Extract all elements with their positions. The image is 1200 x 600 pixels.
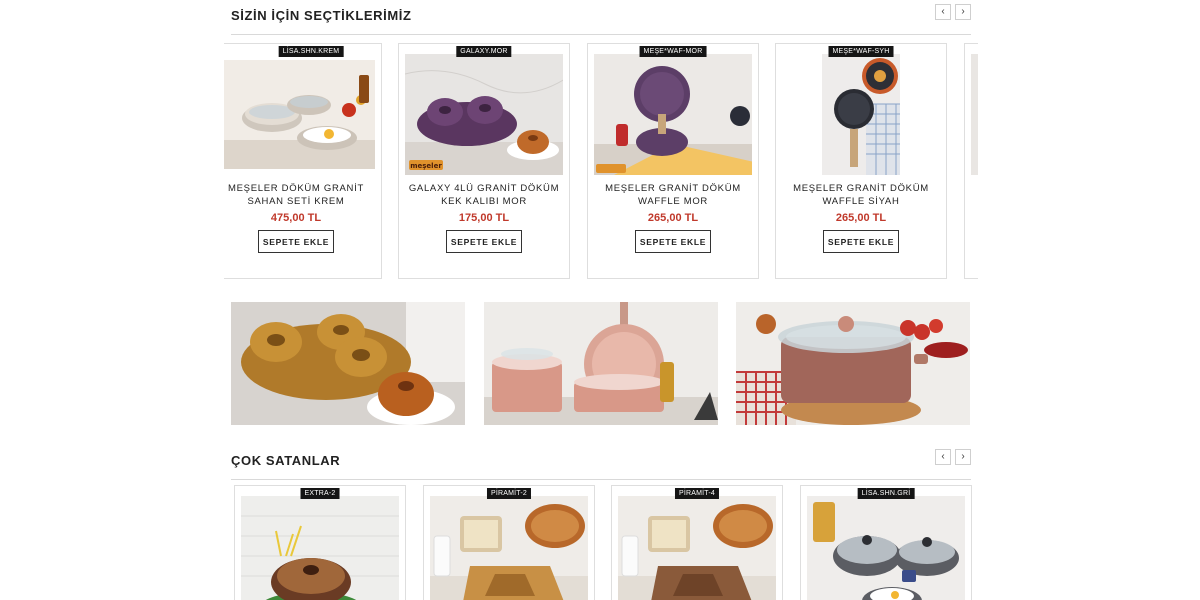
- sku-badge: LİSA.SHN.KREM: [278, 46, 344, 57]
- product-image[interactable]: [430, 496, 588, 600]
- sku-badge: GALAXY.MOR: [456, 46, 512, 57]
- add-to-cart-button[interactable]: SEPETE EKLE: [446, 230, 522, 253]
- product-card[interactable]: LİSA.SHN.KREM MEŞELER DÖKÜM GRANİT SAHAN…: [224, 43, 382, 279]
- sku-badge: PİRAMİT-2: [486, 488, 532, 499]
- sku-badge: PİRAMİT-4: [674, 488, 720, 499]
- product-price: 475,00 TL: [270, 212, 322, 224]
- add-to-cart-button[interactable]: SEPETE EKLE: [823, 230, 899, 253]
- product-image[interactable]: [807, 496, 965, 600]
- product-name[interactable]: MEŞELER DÖKÜM GRANİT SAHAN SETİ KREM: [224, 182, 373, 208]
- product-image[interactable]: [241, 496, 399, 600]
- product-price: 265,00 TL: [835, 212, 887, 224]
- product-image[interactable]: [971, 54, 978, 175]
- product-image[interactable]: [224, 60, 375, 169]
- section-title: ÇOK SATANLAR: [231, 453, 341, 468]
- carousel-next-button[interactable]: ›: [955, 449, 971, 465]
- section-bestsellers-header: ÇOK SATANLAR ‹ ›: [231, 449, 971, 480]
- add-to-cart-button[interactable]: SEPETE EKLE: [635, 230, 711, 253]
- product-name[interactable]: MEŞELER GRANİT DÖKÜM WAFFLE SİYAH: [784, 182, 938, 208]
- promo-banner-cookware-set[interactable]: [484, 302, 718, 425]
- carousel-next-button[interactable]: ›: [955, 4, 971, 20]
- product-name[interactable]: GALAXY 4LÜ GRANİT DÖKÜM KEK KALIBI MOR: [407, 182, 561, 208]
- promo-banner-cake-molds[interactable]: [231, 302, 465, 425]
- carousel-prev-button[interactable]: ‹: [935, 449, 951, 465]
- product-card[interactable]: PİRAMİT-2: [423, 485, 595, 600]
- add-to-cart-button[interactable]: SEPETE EKLE: [258, 230, 334, 253]
- product-carousel: LİSA.SHN.KREM MEŞELER DÖKÜM GRANİT SAHAN…: [224, 43, 978, 279]
- product-card[interactable]: MEŞE*WAF-MOR MEŞELER GRANİT DÖKÜM WAFFLE …: [587, 43, 759, 279]
- carousel-prev-button[interactable]: ‹: [935, 4, 951, 20]
- product-price: 175,00 TL: [458, 212, 510, 224]
- product-price: 265,00 TL: [647, 212, 699, 224]
- product-card[interactable]: LİSA.SHN.GRİ: [800, 485, 972, 600]
- product-card[interactable]: GALAXY.MOR meşeler GALAXY 4LÜ GRANİT DÖK…: [398, 43, 570, 279]
- product-image[interactable]: meşeler: [405, 54, 563, 175]
- carousel-nav: ‹ ›: [935, 449, 971, 465]
- brand-logo-text: meşeler: [410, 162, 442, 170]
- carousel-nav: ‹ ›: [935, 4, 971, 20]
- product-name[interactable]: MEŞELER GRANİT DÖKÜM WAFFLE MOR: [596, 182, 750, 208]
- promo-banner-casserole[interactable]: [736, 302, 970, 425]
- product-card[interactable]: [964, 43, 978, 279]
- product-card[interactable]: PİRAMİT-4: [611, 485, 783, 600]
- product-card[interactable]: EXTRA-2: [234, 485, 406, 600]
- product-card[interactable]: MEŞE*WAF-SYH MEŞELER GRANİT DÖKÜM WAFFLE …: [775, 43, 947, 279]
- product-carousel: EXTRA-2 PİRAMİT-2 PİRAMİT-4 LİSA.SHN.GRİ: [231, 485, 977, 600]
- sku-badge: MEŞE*WAF-MOR: [639, 46, 707, 57]
- sku-badge: LİSA.SHN.GRİ: [857, 488, 915, 499]
- section-title: SİZİN İÇİN SEÇTİKLERİMİZ: [231, 8, 412, 23]
- product-image[interactable]: [618, 496, 776, 600]
- section-picks-header: SİZİN İÇİN SEÇTİKLERİMİZ ‹ ›: [231, 4, 971, 35]
- product-image[interactable]: [822, 54, 900, 175]
- sku-badge: MEŞE*WAF-SYH: [828, 46, 894, 57]
- product-image[interactable]: [594, 54, 752, 175]
- sku-badge: EXTRA-2: [300, 488, 340, 499]
